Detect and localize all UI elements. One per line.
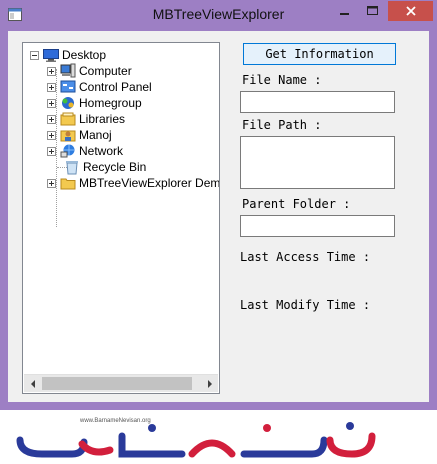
computer-icon xyxy=(60,63,76,78)
app-window: MBTreeViewExplorer Desktop Computer Cont… xyxy=(0,0,437,410)
close-icon xyxy=(405,6,416,16)
expand-toggle[interactable] xyxy=(47,98,56,108)
site-banner: www.BarnameNevisan.org xyxy=(0,410,437,464)
expand-toggle[interactable] xyxy=(47,130,56,140)
tree-node-network[interactable]: Network xyxy=(47,143,123,159)
tree-node-label: Manoj xyxy=(79,128,112,142)
recycle-bin-icon xyxy=(66,161,78,175)
file-path-label: File Path : xyxy=(242,118,322,132)
tree-node-recycle-bin[interactable]: Recycle Bin xyxy=(60,159,146,175)
expand-toggle[interactable] xyxy=(47,114,56,124)
folder-tree-view[interactable]: Desktop Computer Control Panel Homegroup… xyxy=(22,42,220,394)
barnamenevisan-logo xyxy=(16,422,376,458)
minimize-button[interactable] xyxy=(331,0,359,22)
tree-node-label: Recycle Bin xyxy=(83,160,147,174)
last-access-time-label: Last Access Time : xyxy=(240,250,371,264)
minimize-icon xyxy=(340,13,349,15)
expand-toggle[interactable] xyxy=(47,66,56,76)
scroll-right-button[interactable] xyxy=(201,375,218,392)
desktop-icon xyxy=(43,49,59,62)
libraries-icon xyxy=(60,112,76,126)
network-icon xyxy=(60,144,75,158)
tree-node-libraries[interactable]: Libraries xyxy=(47,111,125,127)
tree-node-label: Computer xyxy=(79,64,132,78)
arrow-left-icon xyxy=(30,379,35,388)
last-modify-time-label: Last Modify Time : xyxy=(240,298,371,312)
parent-folder-field[interactable] xyxy=(240,215,395,237)
file-path-field[interactable] xyxy=(240,136,395,189)
scroll-left-button[interactable] xyxy=(24,375,41,392)
scrollbar-thumb[interactable] xyxy=(42,377,192,390)
horizontal-scrollbar[interactable] xyxy=(24,374,218,392)
maximize-button[interactable] xyxy=(359,0,387,22)
tree-node-label: MBTreeViewExplorer Demo xyxy=(79,176,220,190)
control-panel-icon xyxy=(60,80,76,93)
tree-node-label: Desktop xyxy=(62,48,107,62)
file-name-field[interactable] xyxy=(240,91,395,113)
tree-node-computer[interactable]: Computer xyxy=(47,63,132,79)
get-information-button[interactable]: Get Information xyxy=(243,43,396,65)
parent-folder-label: Parent Folder : xyxy=(242,197,351,211)
tree-node-desktop[interactable]: Desktop xyxy=(30,47,106,63)
user-folder-icon xyxy=(60,130,76,142)
file-name-label: File Name : xyxy=(242,73,322,87)
expand-toggle[interactable] xyxy=(47,146,56,156)
tree-node-label: Network xyxy=(79,144,124,158)
tree-node-homegroup[interactable]: Homegroup xyxy=(47,95,142,111)
title-bar[interactable]: MBTreeViewExplorer xyxy=(0,0,437,31)
maximize-icon xyxy=(367,6,378,15)
tree-node-mbtreeviewexplorer-demo[interactable]: MBTreeViewExplorer Demo xyxy=(47,175,220,191)
client-area: Desktop Computer Control Panel Homegroup… xyxy=(8,31,429,402)
collapse-toggle[interactable] xyxy=(30,50,39,60)
expand-toggle[interactable] xyxy=(47,178,56,188)
folder-icon xyxy=(60,178,76,190)
tree-node-control-panel[interactable]: Control Panel xyxy=(47,79,152,95)
close-button[interactable] xyxy=(388,1,433,21)
arrow-right-icon xyxy=(207,379,212,388)
tree-node-label: Control Panel xyxy=(79,80,152,94)
banner-url: www.BarnameNevisan.org xyxy=(80,418,151,424)
homegroup-icon xyxy=(62,97,74,109)
tree-node-label: Homegroup xyxy=(79,96,142,110)
tree-node-manoj[interactable]: Manoj xyxy=(47,127,112,143)
tree-node-label: Libraries xyxy=(79,112,126,126)
expand-toggle[interactable] xyxy=(47,82,56,92)
